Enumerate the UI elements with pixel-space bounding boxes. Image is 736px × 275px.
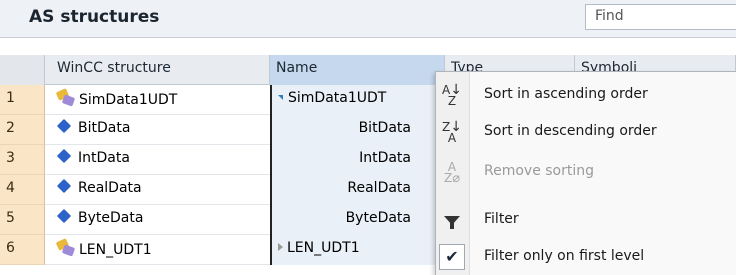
name-cell[interactable]: RealData (270, 175, 445, 205)
name-label: SimData1UDT (288, 90, 387, 106)
menu-item-sort-ascending[interactable]: A↓ Z Sort in ascending order (436, 78, 736, 114)
menu-item-label: Filter only on first level (484, 248, 645, 264)
name-cell[interactable]: IntData (270, 145, 445, 175)
menu-item-label: Sort in ascending order (484, 86, 648, 102)
wincc-structure-cell[interactable]: IntData (45, 145, 270, 175)
wincc-structure-label: LEN_UDT1 (79, 242, 152, 258)
menu-item-label: Sort in descending order (484, 123, 657, 139)
wincc-structure-label: SimData1UDT (79, 92, 178, 108)
row-number[interactable]: 2 (0, 115, 45, 145)
collapse-arrow-icon[interactable] (278, 243, 283, 251)
name-cell[interactable]: SimData1UDT (270, 85, 445, 115)
menu-item-label: Remove sorting (484, 163, 595, 179)
wincc-structure-label: IntData (78, 150, 130, 166)
name-label: LEN_UDT1 (287, 240, 360, 256)
wincc-structure-cell[interactable]: SimData1UDT (45, 85, 270, 115)
menu-item-remove-sorting[interactable]: A Z⌀ Remove sorting (436, 155, 736, 191)
column-context-menu: A↓ Z Sort in ascending order Z↓ A Sort in … (435, 71, 736, 275)
checkmark-icon: ✔ (439, 244, 465, 270)
row-number[interactable]: 1 (0, 85, 45, 115)
structure-icon (55, 88, 76, 107)
wincc-structure-cell[interactable]: RealData (45, 175, 270, 205)
menu-item-sort-descending[interactable]: Z↓ A Sort in descending order (436, 115, 736, 151)
filter-funnel-icon (438, 207, 466, 235)
name-label: ByteData (345, 210, 411, 226)
column-header-wincc-structure[interactable]: WinCC structure (45, 55, 270, 85)
row-number[interactable]: 3 (0, 145, 45, 175)
menu-item-filter-first-level[interactable]: ✔ Filter only on first level (436, 240, 736, 275)
sort-az-icon: A↓ Z (442, 82, 462, 108)
row-number[interactable]: 6 (0, 235, 45, 265)
name-cell[interactable]: ByteData (270, 205, 445, 235)
panel-header: AS structures Find (0, 0, 736, 38)
data-element-icon (56, 118, 72, 134)
structure-icon (55, 238, 76, 257)
find-input[interactable]: Find (585, 4, 736, 30)
name-label: BitData (358, 120, 411, 136)
wincc-structure-label: RealData (78, 180, 142, 196)
wincc-structure-cell[interactable]: LEN_UDT1 (45, 235, 270, 265)
wincc-structure-cell[interactable]: BitData (45, 115, 270, 145)
name-label: RealData (347, 180, 411, 196)
name-cell[interactable]: LEN_UDT1 (270, 235, 445, 265)
expand-arrow-icon[interactable] (278, 95, 283, 100)
row-number[interactable]: 4 (0, 175, 45, 205)
data-element-icon (56, 178, 72, 194)
sort-za-icon: Z↓ A (442, 119, 462, 145)
name-cell[interactable]: BitData (270, 115, 445, 145)
menu-item-label: Filter (484, 211, 519, 227)
wincc-structure-label: BitData (78, 120, 131, 136)
row-number-header (0, 55, 45, 85)
row-number[interactable]: 5 (0, 205, 45, 235)
wincc-structure-cell[interactable]: ByteData (45, 205, 270, 235)
data-element-icon (56, 208, 72, 224)
remove-sort-icon: A Z⌀ (443, 160, 461, 186)
data-element-icon (56, 148, 72, 164)
column-header-name[interactable]: Name (270, 55, 445, 85)
menu-item-filter[interactable]: Filter (436, 203, 736, 239)
panel-title: AS structures (29, 7, 160, 27)
wincc-structure-label: ByteData (78, 210, 144, 226)
name-label: IntData (359, 150, 411, 166)
